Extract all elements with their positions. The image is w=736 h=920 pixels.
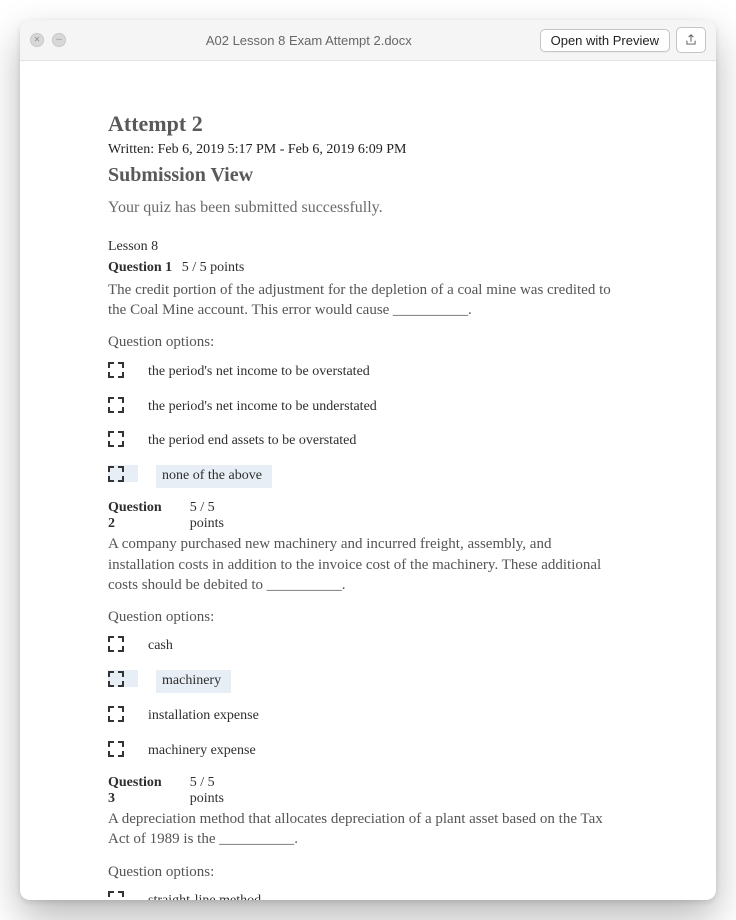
- option-marker-icon: [108, 636, 124, 652]
- option-marker-icon: [108, 706, 124, 722]
- question-1-label: Question 1: [108, 260, 172, 275]
- question-2-options-label: Question options:: [108, 607, 644, 627]
- submitted-message: Your quiz has been submitted successfull…: [108, 197, 644, 219]
- written-value: Feb 6, 2019 5:17 PM - Feb 6, 2019 6:09 P…: [158, 142, 407, 157]
- window-controls: ✕ －: [30, 33, 78, 47]
- option-text: the period's net income to be understate…: [142, 396, 383, 419]
- written-line: Written: Feb 6, 2019 5:17 PM - Feb 6, 20…: [108, 141, 644, 160]
- minimize-window-button[interactable]: －: [52, 33, 66, 47]
- option-text: machinery expense: [142, 740, 262, 763]
- question-1-option: the period end assets to be overstated: [108, 430, 644, 453]
- option-text: cash: [142, 635, 179, 658]
- option-marker-icon: [108, 431, 124, 447]
- question-1-options-label: Question options:: [108, 332, 644, 352]
- option-marker-icon: [108, 466, 124, 482]
- share-icon: [684, 33, 698, 47]
- preview-window: ✕ － A02 Lesson 8 Exam Attempt 2.docx Ope…: [20, 20, 716, 900]
- option-marker-icon: [108, 891, 124, 900]
- question-1-header: Question 1 5 / 5 points: [108, 259, 644, 278]
- question-2-option: cash: [108, 635, 644, 658]
- question-3-points-line1: 5 / 5: [190, 775, 224, 791]
- question-2-option: machinery expense: [108, 740, 644, 763]
- window-title: A02 Lesson 8 Exam Attempt 2.docx: [78, 33, 540, 48]
- option-marker-icon: [108, 362, 124, 378]
- question-3-option: straight-line method: [108, 890, 644, 900]
- question-1-text: The credit portion of the adjustment for…: [108, 280, 618, 321]
- option-marker-icon: [108, 671, 124, 687]
- question-3-points-line2: points: [190, 791, 224, 807]
- option-text: straight-line method: [142, 890, 267, 900]
- question-2-points-line2: points: [190, 516, 224, 532]
- option-text: machinery: [156, 670, 231, 693]
- question-3-label-num: 3: [108, 791, 162, 807]
- question-1-option-selected: none of the above: [108, 465, 644, 488]
- written-label: Written:: [108, 142, 154, 157]
- share-button[interactable]: [676, 27, 706, 53]
- question-1-points: 5 / 5 points: [182, 260, 245, 275]
- attempt-heading: Attempt 2: [108, 109, 644, 139]
- question-2-header: Question 2 5 / 5 points: [108, 500, 644, 532]
- question-3-header: Question 3 5 / 5 points: [108, 775, 644, 807]
- submission-view-heading: Submission View: [108, 162, 644, 189]
- open-with-preview-button[interactable]: Open with Preview: [540, 29, 670, 52]
- question-3-text: A depreciation method that allocates dep…: [108, 809, 618, 850]
- lesson-label: Lesson 8: [108, 238, 644, 257]
- document-page: Attempt 2 Written: Feb 6, 2019 5:17 PM -…: [20, 61, 716, 900]
- question-1-option: the period's net income to be overstated: [108, 361, 644, 384]
- titlebar: ✕ － A02 Lesson 8 Exam Attempt 2.docx Ope…: [20, 20, 716, 61]
- option-text: none of the above: [156, 465, 272, 488]
- question-1-option: the period's net income to be understate…: [108, 396, 644, 419]
- question-3-label-word: Question: [108, 775, 162, 791]
- option-marker-icon: [108, 741, 124, 757]
- option-marker-icon: [108, 397, 124, 413]
- question-2-points-line1: 5 / 5: [190, 500, 224, 516]
- question-2-text: A company purchased new machinery and in…: [108, 534, 618, 595]
- option-text: the period's net income to be overstated: [142, 361, 376, 384]
- question-3-options-label: Question options:: [108, 862, 644, 882]
- question-2-option-selected: machinery: [108, 670, 644, 693]
- close-window-button[interactable]: ✕: [30, 33, 44, 47]
- option-text: installation expense: [142, 705, 265, 728]
- question-2-label-word: Question: [108, 500, 162, 516]
- question-2-label-num: 2: [108, 516, 162, 532]
- question-2-option: installation expense: [108, 705, 644, 728]
- option-text: the period end assets to be overstated: [142, 430, 362, 453]
